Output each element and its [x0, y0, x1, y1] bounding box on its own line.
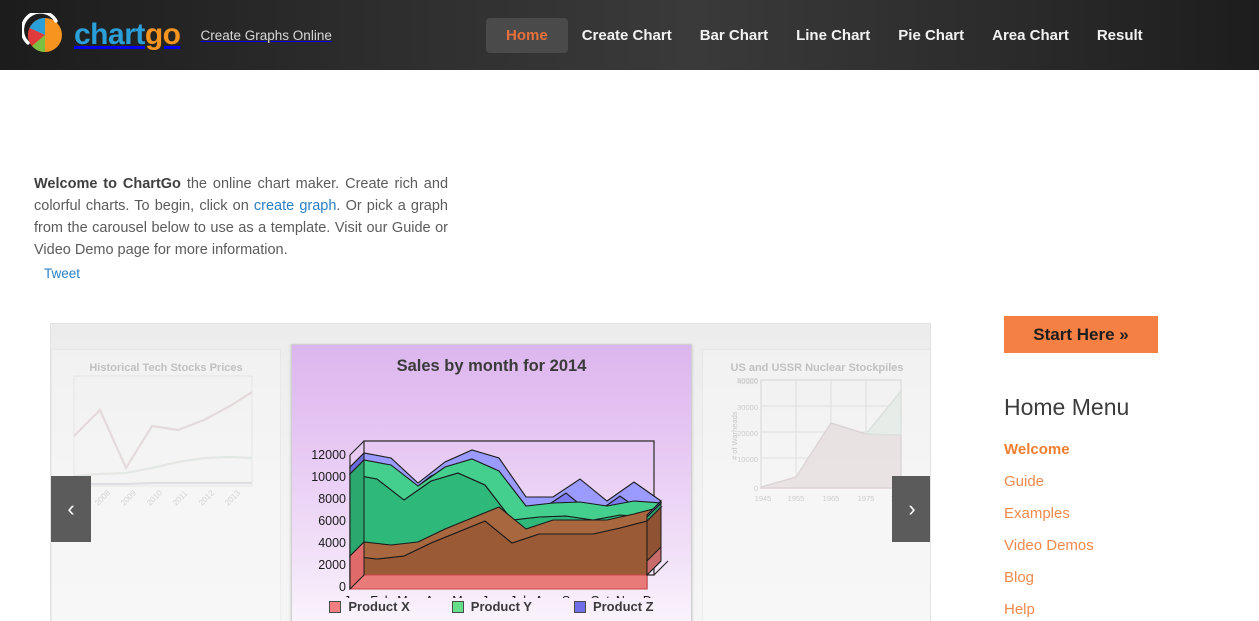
- svg-text:12000: 12000: [311, 448, 346, 462]
- legend-label-product-z: Product Z: [592, 599, 654, 614]
- intro-paragraph: Welcome to ChartGo the online chart make…: [34, 173, 448, 261]
- svg-text:2012: 2012: [197, 488, 216, 507]
- thumbnail-title-right: US and USSR Nuclear Stockpiles: [730, 362, 904, 374]
- svg-text:30000: 30000: [737, 403, 758, 412]
- svg-text:Sep: Sep: [562, 594, 584, 598]
- svg-text:10000: 10000: [737, 455, 758, 464]
- thumbnail-left-plot: 2007 2008 2009 2010 2011 2012 2013: [67, 375, 253, 507]
- svg-text:2000: 2000: [318, 558, 346, 572]
- carousel-prev-button[interactable]: ‹: [51, 476, 91, 542]
- svg-text:Nov: Nov: [616, 594, 639, 598]
- svg-text:8000: 8000: [318, 492, 346, 506]
- svg-text:1945: 1945: [755, 494, 772, 503]
- svg-text:Dec: Dec: [643, 594, 665, 598]
- nav-item-bar-chart[interactable]: Bar Chart: [686, 18, 782, 53]
- svg-text:4000: 4000: [318, 536, 346, 550]
- svg-text:1965: 1965: [823, 494, 840, 503]
- tweet-button[interactable]: Tweet: [44, 266, 80, 281]
- svg-text:2013: 2013: [223, 488, 242, 507]
- thumbnail-right-plot: 0 10000 20000 30000 40000 50000 1945 195…: [730, 376, 907, 503]
- chart-carousel: Historical Tech Stocks Prices 2007 2008 …: [50, 323, 931, 621]
- svg-text:Aug: Aug: [535, 594, 557, 598]
- site-tagline: Create Graphs Online: [200, 27, 332, 43]
- nav-item-line-chart[interactable]: Line Chart: [782, 18, 884, 53]
- sales-area-chart: 12000 10000 8000 6000 4000 2000 0: [311, 440, 669, 598]
- chart-legend-item-product-y[interactable]: Product Y: [451, 599, 532, 614]
- home-sidebar: Start Here » Home Menu Welcome Guide Exa…: [1004, 316, 1254, 621]
- svg-text:2009: 2009: [119, 488, 138, 507]
- svg-text:Mar: Mar: [397, 594, 419, 598]
- chevron-right-icon: ›: [908, 496, 916, 521]
- legend-swatch-product-x: [329, 600, 342, 613]
- svg-text:0: 0: [754, 484, 758, 493]
- sidebar-item-blog[interactable]: Blog: [1004, 569, 1254, 586]
- start-here-button[interactable]: Start Here »: [1004, 316, 1158, 353]
- logo-word-go: go: [144, 18, 181, 51]
- main-navigation: Home Create Chart Bar Chart Line Chart P…: [486, 16, 1157, 54]
- logo-word-chart: chart: [74, 18, 145, 51]
- svg-text:May: May: [452, 594, 476, 598]
- create-graph-link[interactable]: create graph: [254, 198, 337, 214]
- legend-swatch-product-z: [573, 600, 586, 613]
- svg-text:10000: 10000: [311, 470, 346, 484]
- svg-text:Feb: Feb: [370, 594, 392, 598]
- carousel-slide-active[interactable]: Sales by month for 2014 12000 10000 8000…: [291, 344, 692, 621]
- carousel-next-button[interactable]: ›: [892, 476, 930, 542]
- svg-text:1955: 1955: [788, 494, 805, 503]
- sidebar-item-examples[interactable]: Examples: [1004, 505, 1254, 522]
- svg-text:Oct: Oct: [590, 594, 610, 598]
- svg-text:1975: 1975: [858, 494, 875, 503]
- page-body: Welcome to ChartGo the online chart make…: [0, 70, 1259, 621]
- chart-title: Sales by month for 2014: [396, 357, 587, 375]
- legend-label-product-x: Product X: [348, 599, 410, 614]
- svg-text:20000: 20000: [737, 429, 758, 438]
- svg-text:2011: 2011: [171, 488, 190, 507]
- intro-bold-lead: Welcome to ChartGo: [34, 175, 181, 192]
- chevron-left-icon: ‹: [67, 496, 75, 521]
- thumbnail-right-ylabel: # of Warheads: [730, 411, 739, 460]
- svg-text:6000: 6000: [318, 514, 346, 528]
- svg-text:2008: 2008: [93, 488, 112, 507]
- legend-label-product-y: Product Y: [470, 599, 532, 614]
- sidebar-item-help[interactable]: Help: [1004, 601, 1254, 618]
- svg-text:2010: 2010: [145, 488, 164, 507]
- sidebar-item-guide[interactable]: Guide: [1004, 473, 1254, 490]
- nav-item-create-chart[interactable]: Create Chart: [568, 18, 686, 53]
- logo-wordmark: chartgo: [74, 20, 181, 50]
- svg-text:Jul: Jul: [510, 594, 526, 598]
- nav-item-home[interactable]: Home: [486, 17, 568, 53]
- svg-text:Jan: Jan: [344, 594, 364, 598]
- thumbnail-title-left: Historical Tech Stocks Prices: [89, 362, 243, 374]
- chart-legend-item-product-z[interactable]: Product Z: [573, 599, 654, 614]
- home-menu-list: Welcome Guide Examples Video Demos Blog …: [1004, 441, 1254, 618]
- nav-item-pie-chart[interactable]: Pie Chart: [884, 18, 978, 53]
- site-header: chartgo Create Graphs Online Home Create…: [0, 0, 1259, 70]
- chart-legend: Product X Product Y Product Z: [292, 599, 691, 614]
- home-menu-title: Home Menu: [1004, 394, 1130, 420]
- chart-legend-item-product-x[interactable]: Product X: [329, 599, 410, 614]
- sidebar-item-video-demos[interactable]: Video Demos: [1004, 537, 1254, 554]
- legend-swatch-product-y: [451, 600, 464, 613]
- sidebar-item-welcome[interactable]: Welcome: [1004, 441, 1254, 458]
- chartgo-swirl-logo-icon: [20, 10, 68, 57]
- nav-item-area-chart[interactable]: Area Chart: [978, 18, 1083, 53]
- svg-text:Jun: Jun: [482, 594, 502, 598]
- svg-text:50000: 50000: [737, 376, 758, 385]
- nav-item-result[interactable]: Result: [1083, 18, 1157, 53]
- svg-text:0: 0: [339, 580, 346, 594]
- svg-text:Apr: Apr: [425, 594, 444, 598]
- site-logo-link[interactable]: chartgo Create Graphs Online: [20, 10, 332, 57]
